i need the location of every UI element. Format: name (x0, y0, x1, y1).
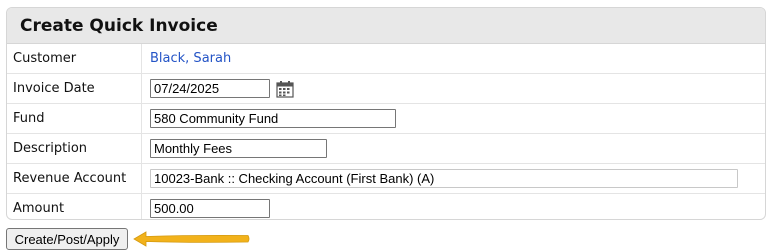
fund-input[interactable] (150, 109, 396, 128)
invoice-date-input[interactable] (150, 79, 270, 98)
customer-row: Customer Black, Sarah (7, 44, 765, 74)
revenue-account-input[interactable] (150, 169, 738, 188)
invoice-date-label: Invoice Date (7, 74, 142, 103)
panel-title: Create Quick Invoice (7, 8, 765, 44)
calendar-icon[interactable] (276, 80, 294, 98)
amount-label: Amount (7, 194, 142, 219)
description-input[interactable] (150, 139, 327, 158)
amount-row: Amount (7, 194, 765, 219)
customer-link[interactable]: Black, Sarah (150, 51, 231, 66)
quick-invoice-panel: Create Quick Invoice Customer Black, Sar… (6, 7, 766, 220)
arrow-left-icon (133, 231, 250, 247)
description-label: Description (7, 134, 142, 163)
fund-row: Fund (7, 104, 765, 134)
revenue-account-label: Revenue Account (7, 164, 142, 193)
customer-label: Customer (7, 44, 142, 73)
create-post-apply-button[interactable]: Create/Post/Apply (6, 228, 128, 250)
fund-label: Fund (7, 104, 142, 133)
amount-input[interactable] (150, 199, 270, 218)
description-row: Description (7, 134, 765, 164)
revenue-account-row: Revenue Account (7, 164, 765, 194)
invoice-date-row: Invoice Date (7, 74, 765, 104)
